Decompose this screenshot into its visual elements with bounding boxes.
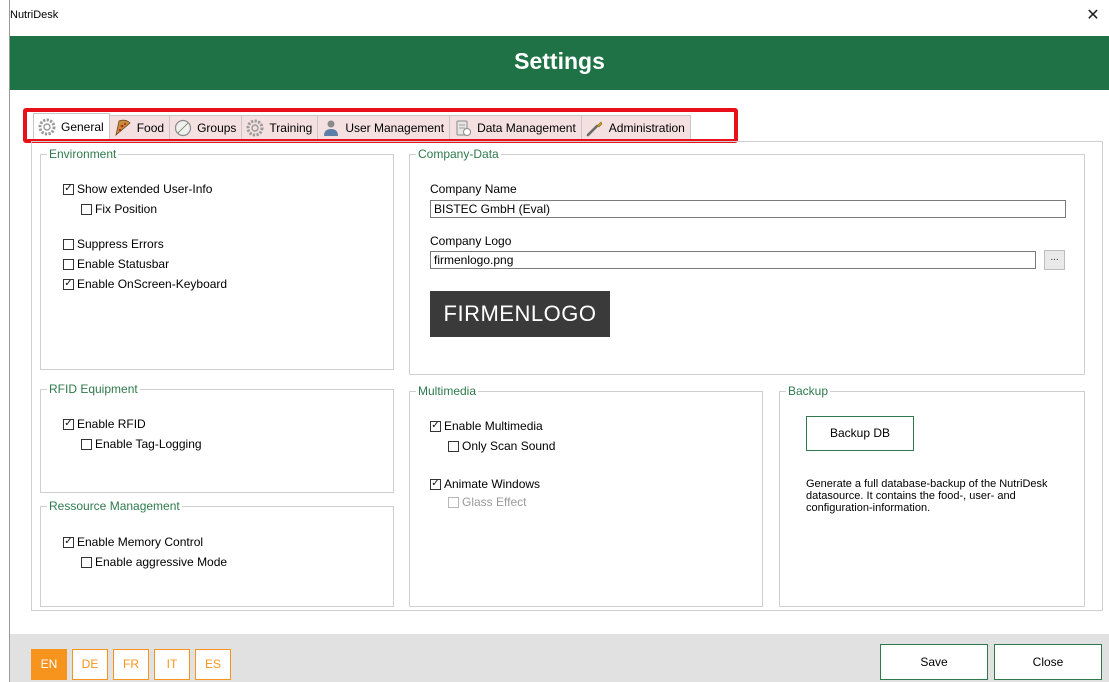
tab-training[interactable]: Training (241, 115, 319, 139)
save-button[interactable]: Save (880, 644, 988, 680)
company-logo-preview: FIRMENLOGO (430, 291, 610, 337)
tab-administration-label: Administration (608, 120, 685, 135)
enable-tag-logging-checkbox[interactable]: Enable Tag-Logging (81, 437, 202, 451)
wrench-icon (585, 118, 605, 138)
tab-data-management[interactable]: Data Management (449, 115, 582, 139)
language-fr-button[interactable]: FR (113, 649, 149, 680)
multimedia-group-title: Multimedia (416, 384, 479, 398)
window-title: NutriDesk (10, 9, 59, 21)
environment-group: Environment ✓ Show extended User-Info Fix… (40, 147, 394, 370)
checkbox-box: ✓ (63, 183, 74, 195)
company-name-label: Company Name (430, 182, 517, 196)
rfid-group-title: RFID Equipment (47, 382, 140, 396)
enable-multimedia-checkbox[interactable]: ✓ Enable Multimedia (430, 419, 543, 433)
enable-rfid-checkbox[interactable]: ✓ Enable RFID (63, 417, 146, 431)
close-button[interactable]: Close (994, 644, 1102, 680)
fix-position-checkbox[interactable]: Fix Position (81, 202, 157, 216)
gear-icon (37, 117, 57, 137)
language-de-button[interactable]: DE (72, 649, 108, 680)
footer-bar: EN DE FR IT ES Save Close (10, 634, 1109, 682)
company-name-field[interactable]: BISTEC GmbH (Eval) (430, 200, 1066, 218)
database-icon (453, 118, 473, 138)
rfid-equipment-group: RFID Equipment ✓ Enable RFID Enable Tag-L… (40, 382, 394, 493)
environment-group-title: Environment (47, 147, 119, 161)
checkbox-box: ✓ (63, 536, 74, 548)
browse-logo-button[interactable]: ... (1044, 250, 1065, 270)
checkbox-box (448, 496, 459, 508)
language-it-button[interactable]: IT (154, 649, 190, 680)
enable-statusbar-checkbox[interactable]: Enable Statusbar (63, 257, 169, 271)
tab-groups[interactable]: Groups (169, 115, 243, 139)
user-icon (321, 118, 341, 138)
animate-windows-checkbox[interactable]: ✓ Animate Windows (430, 477, 540, 491)
resource-management-group: Ressource Management ✓ Enable Memory Cont… (40, 499, 394, 607)
tab-general[interactable]: General (33, 113, 110, 139)
close-window-icon[interactable]: ✕ (1083, 6, 1103, 26)
company-logo-field[interactable]: firmenlogo.png (430, 251, 1036, 269)
tab-food-label: Food (136, 120, 165, 135)
backup-db-button[interactable]: Backup DB (806, 416, 914, 451)
checkbox-box: ✓ (63, 418, 74, 430)
multimedia-group: Multimedia ✓ Enable Multimedia Only Scan … (409, 384, 763, 607)
tab-administration[interactable]: Administration (580, 115, 691, 139)
checkbox-box (448, 440, 459, 452)
tab-strip: General Food Groups Training User Manage… (33, 113, 691, 139)
language-es-button[interactable]: ES (195, 649, 231, 680)
tab-user-management[interactable]: User Management (317, 115, 451, 139)
tab-general-label: General (61, 119, 104, 134)
resource-group-title: Ressource Management (47, 499, 182, 513)
settings-window: NutriDesk ✕ Settings General Food Groups (9, 0, 1109, 682)
tab-groups-label: Groups (197, 120, 237, 135)
compass-icon (173, 118, 193, 138)
enable-memory-control-checkbox[interactable]: ✓ Enable Memory Control (63, 535, 203, 549)
checkbox-box: ✓ (430, 420, 441, 432)
enable-aggressive-mode-checkbox[interactable]: Enable aggressive Mode (81, 555, 227, 569)
checkbox-box: ✓ (63, 278, 74, 290)
company-data-group-title: Company-Data (416, 147, 501, 161)
checkbox-box (81, 438, 92, 450)
title-bar: NutriDesk ✕ (10, 0, 1109, 35)
backup-group-title: Backup (786, 384, 831, 398)
checkbox-box (63, 258, 74, 270)
company-logo-label: Company Logo (430, 234, 512, 248)
only-scan-sound-checkbox[interactable]: Only Scan Sound (448, 439, 555, 453)
suppress-errors-checkbox[interactable]: Suppress Errors (63, 237, 164, 251)
backup-group: Backup Backup DB Generate a full databas… (779, 384, 1085, 607)
checkbox-box (63, 238, 74, 250)
page-title: Settings (514, 48, 605, 74)
tab-food[interactable]: Food (108, 115, 171, 139)
tab-user-management-label: User Management (345, 120, 445, 135)
glass-effect-checkbox[interactable]: Glass Effect (448, 495, 526, 509)
pizza-icon (113, 118, 133, 138)
checkbox-box (81, 556, 92, 568)
company-data-group: Company-Data Company Name BISTEC GmbH (E… (409, 147, 1085, 375)
checkbox-box: ✓ (430, 478, 441, 490)
backup-description: Generate a full database-backup of the N… (806, 478, 1048, 514)
tab-data-management-label: Data Management (477, 120, 576, 135)
gear-icon (245, 118, 265, 138)
enable-onscreen-keyboard-checkbox[interactable]: ✓ Enable OnScreen-Keyboard (63, 277, 227, 291)
show-extended-user-info-checkbox[interactable]: ✓ Show extended User-Info (63, 182, 212, 196)
settings-header: Settings (10, 36, 1109, 90)
tab-training-label: Training (269, 120, 313, 135)
language-en-button[interactable]: EN (31, 649, 67, 680)
general-tab-page: Environment ✓ Show extended User-Info Fix… (31, 141, 1103, 611)
checkbox-box (81, 203, 92, 215)
